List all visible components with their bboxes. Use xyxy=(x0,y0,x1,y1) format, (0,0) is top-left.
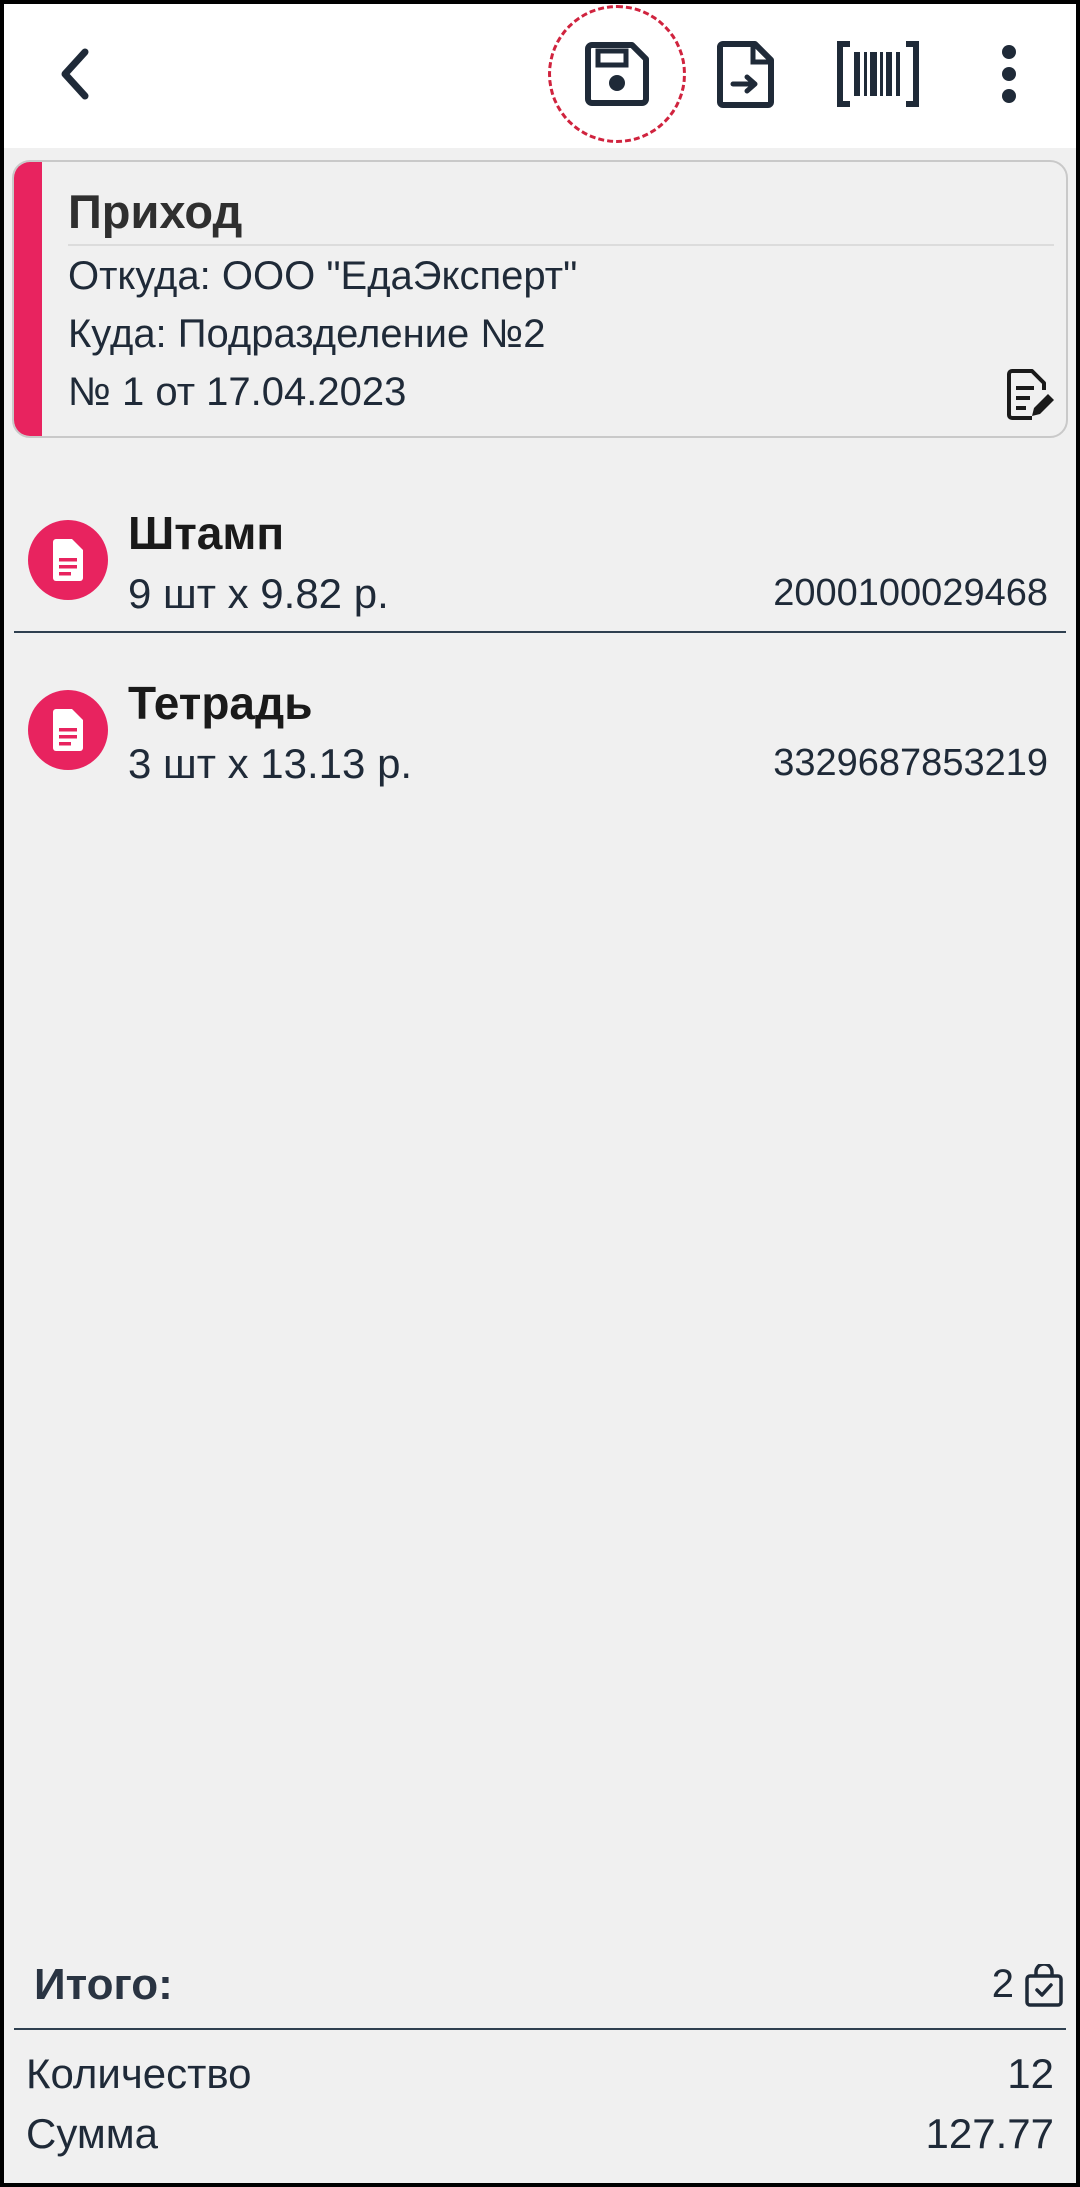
document-icon xyxy=(53,539,83,581)
item-name: Тетрадь xyxy=(128,677,313,729)
quantity-label: Количество xyxy=(26,2050,252,2097)
item-quantity-price: 9 шт x 9.82 р. xyxy=(128,570,389,617)
chevron-left-icon xyxy=(61,48,89,100)
barcode-scan-button[interactable] xyxy=(832,34,924,114)
document-header-card[interactable]: Приход Откуда: ООО "ЕдаЭксперт" Куда: По… xyxy=(12,160,1068,438)
back-button[interactable] xyxy=(40,34,110,114)
item-avatar xyxy=(28,520,108,600)
save-button[interactable] xyxy=(548,5,686,143)
list-item[interactable]: Тетрадь 3 шт x 13.13 р. 3329687853219 xyxy=(12,640,1068,800)
item-barcode: 2000100029468 xyxy=(773,572,1048,614)
quantity-value: 12 xyxy=(1007,2050,1054,2097)
totals-title: Итого: xyxy=(34,1960,173,2009)
file-export-icon xyxy=(717,41,774,108)
shopping-bag-icon xyxy=(1024,1962,1064,2008)
item-barcode: 3329687853219 xyxy=(773,742,1048,784)
sum-label: Сумма xyxy=(26,2110,158,2157)
export-document-button[interactable] xyxy=(706,34,786,114)
document-edit-icon xyxy=(1007,369,1054,420)
document-to: Куда: Подразделение №2 xyxy=(68,312,546,356)
top-toolbar xyxy=(0,0,1080,148)
more-vertical-icon xyxy=(1002,45,1016,103)
totals-divider xyxy=(14,2028,1066,2030)
document-from: Откуда: ООО "ЕдаЭксперт" xyxy=(68,254,578,298)
barcode-scan-icon xyxy=(837,41,919,107)
item-name: Штамп xyxy=(128,507,285,559)
document-accent-bar xyxy=(14,162,42,436)
item-quantity-price: 3 шт x 13.13 р. xyxy=(128,740,413,787)
floppy-disk-icon xyxy=(585,42,649,106)
more-options-button[interactable] xyxy=(984,34,1034,114)
list-divider xyxy=(14,631,1066,633)
totals-positions-count: 2 xyxy=(991,1962,1014,2006)
list-item[interactable]: Штамп 9 шт x 9.82 р. 2000100029468 xyxy=(12,470,1068,630)
sum-value: 127.77 xyxy=(925,2110,1054,2157)
document-number-date: № 1 от 17.04.2023 xyxy=(68,370,407,414)
document-title-divider xyxy=(68,244,1054,246)
item-avatar xyxy=(28,690,108,770)
document-icon xyxy=(53,709,83,751)
edit-document-button[interactable] xyxy=(1006,368,1054,422)
document-title: Приход xyxy=(68,185,243,238)
